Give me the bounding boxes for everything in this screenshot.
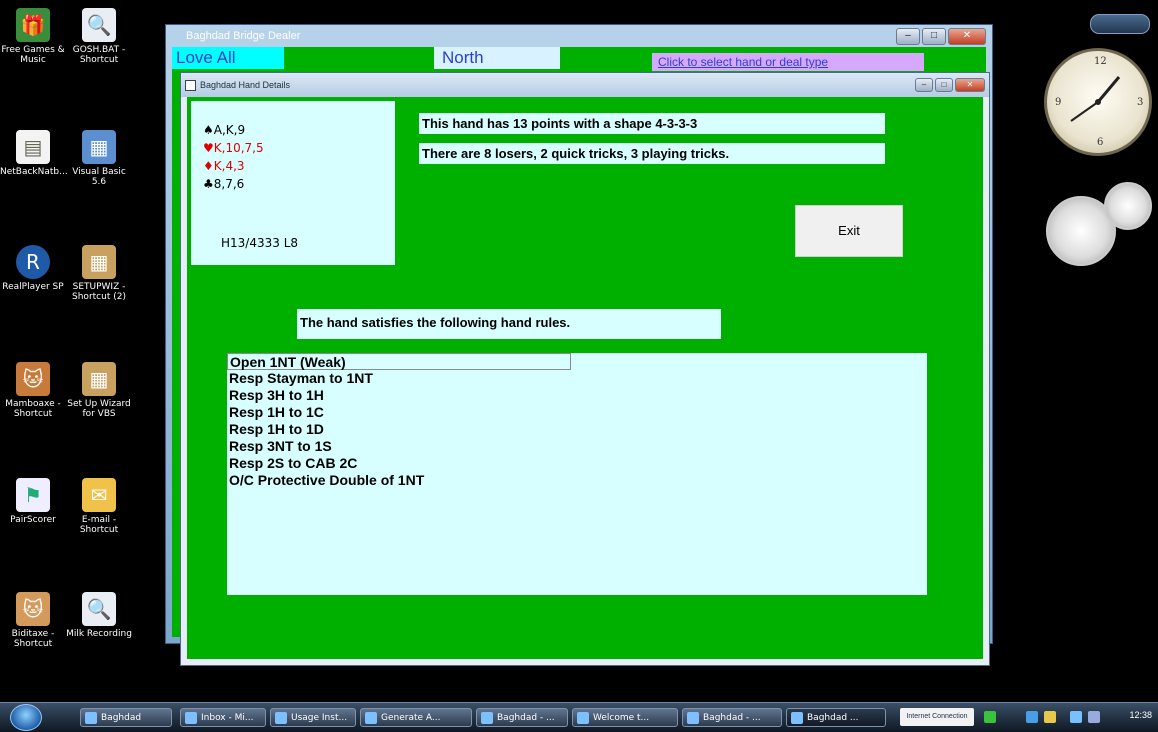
cat-icon: 🐱 <box>16 362 50 396</box>
main-titlebar[interactable]: Baghdad Bridge Dealer – □ ✕ <box>166 25 992 47</box>
taskbar-item[interactable]: Baghdad <box>80 708 172 727</box>
main-close-button[interactable]: ✕ <box>948 27 986 45</box>
clock-gadget: 12 3 6 9 <box>1044 48 1152 156</box>
taskbar-item[interactable]: Generate A... <box>360 708 472 727</box>
hand-display: ♠A,K,9 ♥K,10,7,5 ♦K,4,3 ♣8,7,6 H13/4333 … <box>191 101 395 265</box>
memory-meter-gadget <box>1104 182 1152 230</box>
taskbar-item[interactable]: Baghdad ... <box>786 708 886 727</box>
losers-info: There are 8 losers, 2 quick tricks, 3 pl… <box>419 143 885 164</box>
exit-button[interactable]: Exit <box>795 205 903 257</box>
setup-box-icon: ▦ <box>82 130 116 164</box>
gadget-sidebar-controls[interactable] <box>1090 14 1150 34</box>
internet-connection-box[interactable]: Internet Connection <box>900 708 974 726</box>
hand-rules-list[interactable]: Open 1NT (Weak) Resp Stayman to 1NT Resp… <box>227 353 927 595</box>
seat-label: North <box>434 47 560 69</box>
desktop-icon-biditaxe[interactable]: 🐱 Biditaxe - Shortcut <box>0 592 66 649</box>
rules-heading: The hand satisfies the following hand ru… <box>297 309 721 339</box>
hand-details-dialog[interactable]: Baghdad Hand Details – □ ✕ ♠A,K,9 ♥K,10,… <box>180 72 990 666</box>
desktop-icon-mamboaxe[interactable]: 🐱 Mamboaxe - Shortcut <box>0 362 66 419</box>
dialog-maximize-button[interactable]: □ <box>935 78 953 92</box>
desktop-icon-gosh-bat[interactable]: 🔍 GOSH.BAT - Shortcut <box>66 8 132 65</box>
desktop-icon-setupwiz[interactable]: ▦ SETUPWIZ - Shortcut (2) <box>66 245 132 302</box>
taskbar-item[interactable]: Usage Inst... <box>270 708 356 727</box>
language-icon[interactable] <box>1026 711 1038 723</box>
taskbar-item[interactable]: Baghdad - ... <box>682 708 782 727</box>
main-minimize-button[interactable]: – <box>896 27 920 45</box>
network-icon[interactable] <box>984 711 996 723</box>
select-hand-link[interactable]: Click to select hand or deal type <box>652 53 924 71</box>
start-button[interactable] <box>10 704 42 731</box>
volume-icon[interactable] <box>1070 711 1082 723</box>
dialog-minimize-button[interactable]: – <box>915 78 933 92</box>
rule-item[interactable]: Resp Stayman to 1NT <box>227 370 927 387</box>
connection-icon[interactable] <box>1088 711 1100 723</box>
dialog-client-area: ♠A,K,9 ♥K,10,7,5 ♦K,4,3 ♣8,7,6 H13/4333 … <box>187 97 983 659</box>
rule-item[interactable]: Resp 1H to 1D <box>227 421 927 438</box>
points-info: This hand has 13 points with a shape 4-3… <box>419 113 885 134</box>
gift-icon: 🎁 <box>16 8 50 42</box>
taskbar: Baghdad Inbox - Mi... Usage Inst... Gene… <box>0 702 1158 732</box>
desktop-icon-setup-wizard-vbs[interactable]: ▦ Set Up Wizard for VBS <box>66 362 132 419</box>
desktop-icon-netback[interactable]: ▤ NetBackNatb... <box>0 130 68 177</box>
hearts-holding: ♥K,10,7,5 <box>203 141 264 155</box>
dialog-title: Baghdad Hand Details <box>200 80 291 90</box>
main-window-title: Baghdad Bridge Dealer <box>186 30 301 42</box>
tray-clock[interactable]: 12:38 <box>1129 710 1152 720</box>
magnifier-document-icon: 🔍 <box>82 592 116 626</box>
rule-item[interactable]: Resp 2S to CAB 2C <box>227 455 927 472</box>
desktop-icon-milk-recording[interactable]: 🔍 Milk Recording <box>66 592 132 639</box>
rule-item[interactable]: Open 1NT (Weak) <box>227 353 571 370</box>
flag-icon: ⚑ <box>16 478 50 512</box>
rule-item[interactable]: Resp 3NT to 1S <box>227 438 927 455</box>
spades-holding: ♠A,K,9 <box>203 123 246 137</box>
desktop-icon-visual-basic[interactable]: ▦ Visual Basic 5.6 <box>66 130 132 187</box>
desktop-icon-email[interactable]: ✉ E-mail - Shortcut <box>66 478 132 535</box>
desktop-icon-realplayer[interactable]: R RealPlayer SP <box>0 245 66 292</box>
realplayer-icon: R <box>16 245 50 279</box>
rule-item[interactable]: Resp 1H to 1C <box>227 404 927 421</box>
email-icon: ✉ <box>82 478 116 512</box>
taskbar-item[interactable]: Baghdad - ... <box>476 708 568 727</box>
document-icon: ▤ <box>16 130 50 164</box>
clock-hands-icon <box>1070 76 1121 122</box>
clubs-holding: ♣8,7,6 <box>203 177 245 191</box>
diamonds-holding: ♦K,4,3 <box>203 159 245 173</box>
rule-item[interactable]: O/C Protective Double of 1NT <box>227 472 927 489</box>
setup-box-icon: ▦ <box>82 245 116 279</box>
hand-code: H13/4333 L8 <box>221 236 299 250</box>
dialog-titlebar[interactable]: Baghdad Hand Details – □ ✕ <box>181 73 989 97</box>
window-app-icon <box>185 79 196 91</box>
desktop-icon-free-games[interactable]: 🎁 Free Games & Music <box>0 8 66 65</box>
setup-box-icon: ▦ <box>82 362 116 396</box>
taskbar-item[interactable]: Inbox - Mi... <box>180 708 266 727</box>
cat-icon: 🐱 <box>16 592 50 626</box>
taskbar-item[interactable]: Welcome t... <box>572 708 678 727</box>
desktop-icon-pairscorer[interactable]: ⚑ PairScorer <box>0 478 66 525</box>
magnifier-document-icon: 🔍 <box>82 8 116 42</box>
vulnerability-label: Love All <box>172 47 284 69</box>
system-tray: Internet Connection 12:38 <box>900 706 1156 729</box>
main-maximize-button[interactable]: □ <box>922 27 946 45</box>
rule-item[interactable]: Resp 3H to 1H <box>227 387 927 404</box>
dialog-close-button[interactable]: ✕ <box>955 78 985 92</box>
security-icon[interactable] <box>1044 711 1056 723</box>
